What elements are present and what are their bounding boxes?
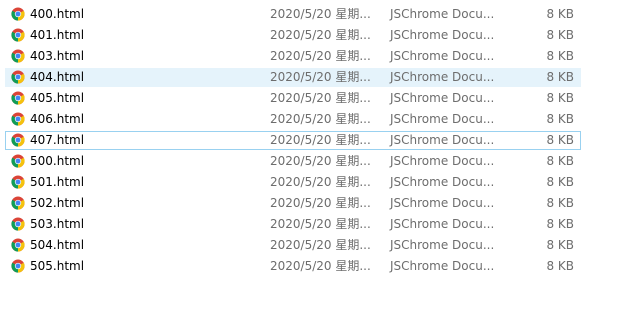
file-date-modified: 2020/5/20 星期... <box>270 154 371 168</box>
chrome-icon <box>11 112 25 126</box>
file-type: JSChrome Docu... <box>390 70 495 84</box>
file-date-modified: 2020/5/20 星期... <box>270 112 371 126</box>
file-name: 405.html <box>30 91 85 105</box>
file-type: JSChrome Docu... <box>390 49 495 63</box>
chrome-icon <box>11 49 25 63</box>
file-row[interactable]: 401.html 2020/5/20 星期... JSChrome Docu... 8… <box>5 26 581 45</box>
file-row[interactable]: 407.html 2020/5/20 星期... JSChrome Docu... 8… <box>5 131 581 150</box>
file-date-modified: 2020/5/20 星期... <box>270 70 371 84</box>
file-type: JSChrome Docu... <box>390 112 495 126</box>
file-type: JSChrome Docu... <box>390 217 495 231</box>
file-name: 500.html <box>30 154 85 168</box>
chrome-icon <box>11 133 25 147</box>
file-row[interactable]: 505.html 2020/5/20 星期... JSChrome Docu... 8… <box>5 257 581 276</box>
file-date-modified: 2020/5/20 星期... <box>270 196 371 210</box>
file-size: 8 KB <box>546 28 574 42</box>
file-date-modified: 2020/5/20 星期... <box>270 133 371 147</box>
file-type: JSChrome Docu... <box>390 133 495 147</box>
file-name: 407.html <box>30 133 85 147</box>
chrome-icon <box>11 238 25 252</box>
file-type: JSChrome Docu... <box>390 196 495 210</box>
chrome-icon <box>11 196 25 210</box>
file-type: JSChrome Docu... <box>390 7 495 21</box>
chrome-icon <box>11 91 25 105</box>
file-name: 403.html <box>30 49 85 63</box>
file-size: 8 KB <box>546 238 574 252</box>
chrome-icon <box>11 70 25 84</box>
file-name: 502.html <box>30 196 85 210</box>
file-date-modified: 2020/5/20 星期... <box>270 91 371 105</box>
file-size: 8 KB <box>546 49 574 63</box>
file-row[interactable]: 503.html 2020/5/20 星期... JSChrome Docu... 8… <box>5 215 581 234</box>
file-date-modified: 2020/5/20 星期... <box>270 49 371 63</box>
file-type: JSChrome Docu... <box>390 91 495 105</box>
file-size: 8 KB <box>546 133 574 147</box>
chrome-icon <box>11 154 25 168</box>
file-date-modified: 2020/5/20 星期... <box>270 217 371 231</box>
file-size: 8 KB <box>546 217 574 231</box>
file-list: 400.html 2020/5/20 星期... JSChrome Docu... 8… <box>5 5 581 278</box>
file-row[interactable]: 400.html 2020/5/20 星期... JSChrome Docu... 8… <box>5 5 581 24</box>
file-date-modified: 2020/5/20 星期... <box>270 238 371 252</box>
file-name: 401.html <box>30 28 85 42</box>
chrome-icon <box>11 217 25 231</box>
file-size: 8 KB <box>546 154 574 168</box>
chrome-icon <box>11 175 25 189</box>
file-type: JSChrome Docu... <box>390 28 495 42</box>
file-size: 8 KB <box>546 7 574 21</box>
file-type: JSChrome Docu... <box>390 154 495 168</box>
file-row[interactable]: 404.html 2020/5/20 星期... JSChrome Docu... 8… <box>5 68 581 87</box>
file-name: 504.html <box>30 238 85 252</box>
file-date-modified: 2020/5/20 星期... <box>270 175 371 189</box>
file-name: 406.html <box>30 112 85 126</box>
file-name: 503.html <box>30 217 85 231</box>
file-row[interactable]: 501.html 2020/5/20 星期... JSChrome Docu... 8… <box>5 173 581 192</box>
file-row[interactable]: 500.html 2020/5/20 星期... JSChrome Docu... 8… <box>5 152 581 171</box>
file-size: 8 KB <box>546 112 574 126</box>
chrome-icon <box>11 259 25 273</box>
file-row[interactable]: 406.html 2020/5/20 星期... JSChrome Docu... 8… <box>5 110 581 129</box>
file-size: 8 KB <box>546 70 574 84</box>
file-name: 400.html <box>30 7 85 21</box>
file-type: JSChrome Docu... <box>390 175 495 189</box>
file-row[interactable]: 405.html 2020/5/20 星期... JSChrome Docu... 8… <box>5 89 581 108</box>
file-size: 8 KB <box>546 91 574 105</box>
file-size: 8 KB <box>546 175 574 189</box>
file-name: 505.html <box>30 259 85 273</box>
file-size: 8 KB <box>546 259 574 273</box>
file-row[interactable]: 502.html 2020/5/20 星期... JSChrome Docu... 8… <box>5 194 581 213</box>
file-size: 8 KB <box>546 196 574 210</box>
file-type: JSChrome Docu... <box>390 259 495 273</box>
file-name: 404.html <box>30 70 85 84</box>
chrome-icon <box>11 28 25 42</box>
chrome-icon <box>11 7 25 21</box>
file-type: JSChrome Docu... <box>390 238 495 252</box>
file-row[interactable]: 403.html 2020/5/20 星期... JSChrome Docu... 8… <box>5 47 581 66</box>
file-date-modified: 2020/5/20 星期... <box>270 259 371 273</box>
file-name: 501.html <box>30 175 85 189</box>
file-date-modified: 2020/5/20 星期... <box>270 7 371 21</box>
file-row[interactable]: 504.html 2020/5/20 星期... JSChrome Docu... 8… <box>5 236 581 255</box>
file-date-modified: 2020/5/20 星期... <box>270 28 371 42</box>
